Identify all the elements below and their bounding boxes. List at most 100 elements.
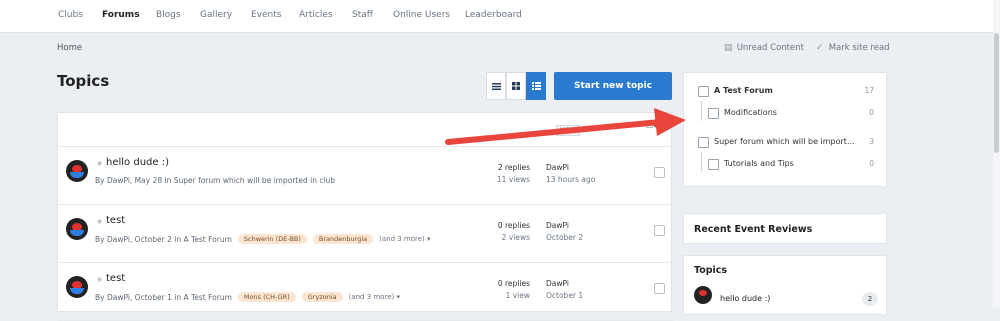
topic-meta: By DawPi, October 1 in A Test Forum Mons… [95,292,400,302]
mark-site-read-label: Mark site read [828,43,890,53]
table-view-button[interactable] [486,72,506,100]
nav-leaderboard[interactable]: Leaderboard [465,10,522,20]
last-post-time[interactable]: October 2 [546,232,583,244]
page-scrollbar[interactable] [993,0,1000,308]
topic-views: 1 view [505,291,530,300]
forum-count: 0 [869,108,874,117]
topic-last-post: DawPi 13 hours ago [546,162,595,186]
last-poster[interactable]: DawPi [546,220,583,232]
forum-checkbox[interactable] [698,86,709,97]
topic-stats: 0 replies 1 view [478,278,530,302]
grid-icon [512,82,520,90]
recent-event-reviews-heading: Recent Event Reviews [694,224,813,235]
topic-replies: 0 replies [497,221,530,230]
star-icon: ★ [96,217,104,226]
topic-row[interactable]: ★ test By DawPi, October 1 in A Test For… [58,262,673,321]
nav-online-users[interactable]: Online Users [393,10,450,20]
view-filter-button[interactable]: VIEW [556,125,580,136]
grid-view-button[interactable] [506,72,526,100]
tree-line [701,152,702,172]
start-new-topic-button[interactable]: Start new topic [554,72,672,100]
avatar[interactable] [66,218,88,240]
check-icon: ✓ [816,43,824,53]
forum-name[interactable]: Super forum which will be import... [714,137,855,146]
last-post-time[interactable]: 13 hours ago [546,174,595,186]
breadcrumb: Home [57,43,82,53]
forum-count: 0 [869,159,874,168]
last-post-time[interactable]: October 1 [546,290,583,302]
nav-staff[interactable]: Staff [352,10,373,20]
recent-event-reviews-widget: Recent Event Reviews [683,213,887,244]
avatar[interactable] [66,160,88,182]
forum-checkbox[interactable] [698,137,709,148]
nav-articles[interactable]: Articles [299,10,333,20]
forum-checkbox[interactable] [708,108,719,119]
nav-forums[interactable]: Forums [102,10,140,20]
topic-replies: 0 replies [497,279,530,288]
topic-views: 11 views [496,175,530,184]
forum-name[interactable]: Modifications [724,108,777,117]
avatar[interactable] [694,286,712,304]
sidebar-topic-title[interactable]: hello dude :) [720,294,770,303]
tag-badge[interactable]: Mons (CH-GR) [237,292,296,302]
tag-badge[interactable]: Gryzonia [301,292,343,302]
forum-count: 17 [864,86,874,95]
topic-meta: By DawPi, May 28 in Super forum which wi… [95,176,335,185]
unread-content-label: Unread Content [736,43,804,53]
page-title: Topics [57,72,110,90]
topic-list: VIEW ☐▾ ★ hello dude :) By DawPi, May 28… [57,112,673,321]
main-nav: Clubs Forums Blogs Gallery Events Articl… [0,0,1000,33]
topic-meta-text: By DawPi, October 2 in A Test Forum [95,234,232,244]
nav-blogs[interactable]: Blogs [156,10,181,20]
unread-content-link[interactable]: ▤ Unread Content [724,43,804,53]
last-poster[interactable]: DawPi [546,162,595,174]
row-checkbox[interactable] [654,167,665,178]
topic-views: 2 views [501,233,530,242]
topic-title[interactable]: test [106,215,125,226]
inbox-icon: ▤ [724,43,733,53]
row-checkbox[interactable] [654,225,665,236]
forum-filter-widget: A Test Forum 17 Modifications 0 Super fo… [683,72,887,187]
topic-meta-text: By DawPi, October 1 in A Test Forum [95,292,232,302]
list-icon [531,82,541,90]
topic-last-post: DawPi October 1 [546,278,583,302]
reply-count-bubble: 2 [862,292,878,306]
scrollbar-thumb[interactable] [994,33,999,153]
topic-row[interactable]: ★ test By DawPi, October 2 in A Test For… [58,204,673,263]
list-view-button[interactable] [526,72,546,100]
view-mode-toggle [486,72,546,100]
forum-checkbox[interactable] [708,159,719,170]
forum-count: 3 [869,137,874,146]
topic-last-post: DawPi October 2 [546,220,583,244]
last-poster[interactable]: DawPi [546,278,583,290]
topic-stats: 0 replies 2 views [478,220,530,244]
nav-gallery[interactable]: Gallery [200,10,232,20]
select-all-icon[interactable]: ☐▾ [646,121,657,130]
more-tags-toggle[interactable]: (and 3 more) ▾ [349,293,400,301]
forum-name[interactable]: Tutorials and Tips [724,159,794,168]
breadcrumb-home[interactable]: Home [57,43,82,53]
topic-meta-text: By DawPi, May 28 in Super forum which wi… [95,176,336,185]
mark-site-read-link[interactable]: ✓ Mark site read [816,43,890,53]
nav-clubs[interactable]: Clubs [58,10,83,20]
topic-title[interactable]: hello dude :) [106,157,169,168]
list-rows-icon [491,82,501,90]
sidebar-topics-widget: Topics hello dude :) 2 [683,255,887,315]
tag-badge[interactable]: Schwerin (DE-BB) [237,234,307,244]
star-icon: ★ [96,159,104,168]
tag-badge[interactable]: Brandenburgia [312,234,374,244]
forum-name[interactable]: A Test Forum [714,86,773,95]
topic-meta: By DawPi, October 2 in A Test Forum Schw… [95,234,431,244]
topic-stats: 2 replies 11 views [478,162,530,186]
topic-list-toolbar: VIEW ☐▾ [58,113,673,147]
tree-line [701,101,702,121]
nav-events[interactable]: Events [251,10,281,20]
avatar[interactable] [66,276,88,298]
star-icon: ★ [96,275,104,284]
topic-title[interactable]: test [106,273,125,284]
topic-row[interactable]: ★ hello dude :) By DawPi, May 28 in Supe… [58,146,673,205]
topic-replies: 2 replies [497,163,530,172]
sidebar-topics-heading: Topics [694,265,728,276]
more-tags-toggle[interactable]: (and 3 more) ▾ [379,235,430,243]
row-checkbox[interactable] [654,283,665,294]
